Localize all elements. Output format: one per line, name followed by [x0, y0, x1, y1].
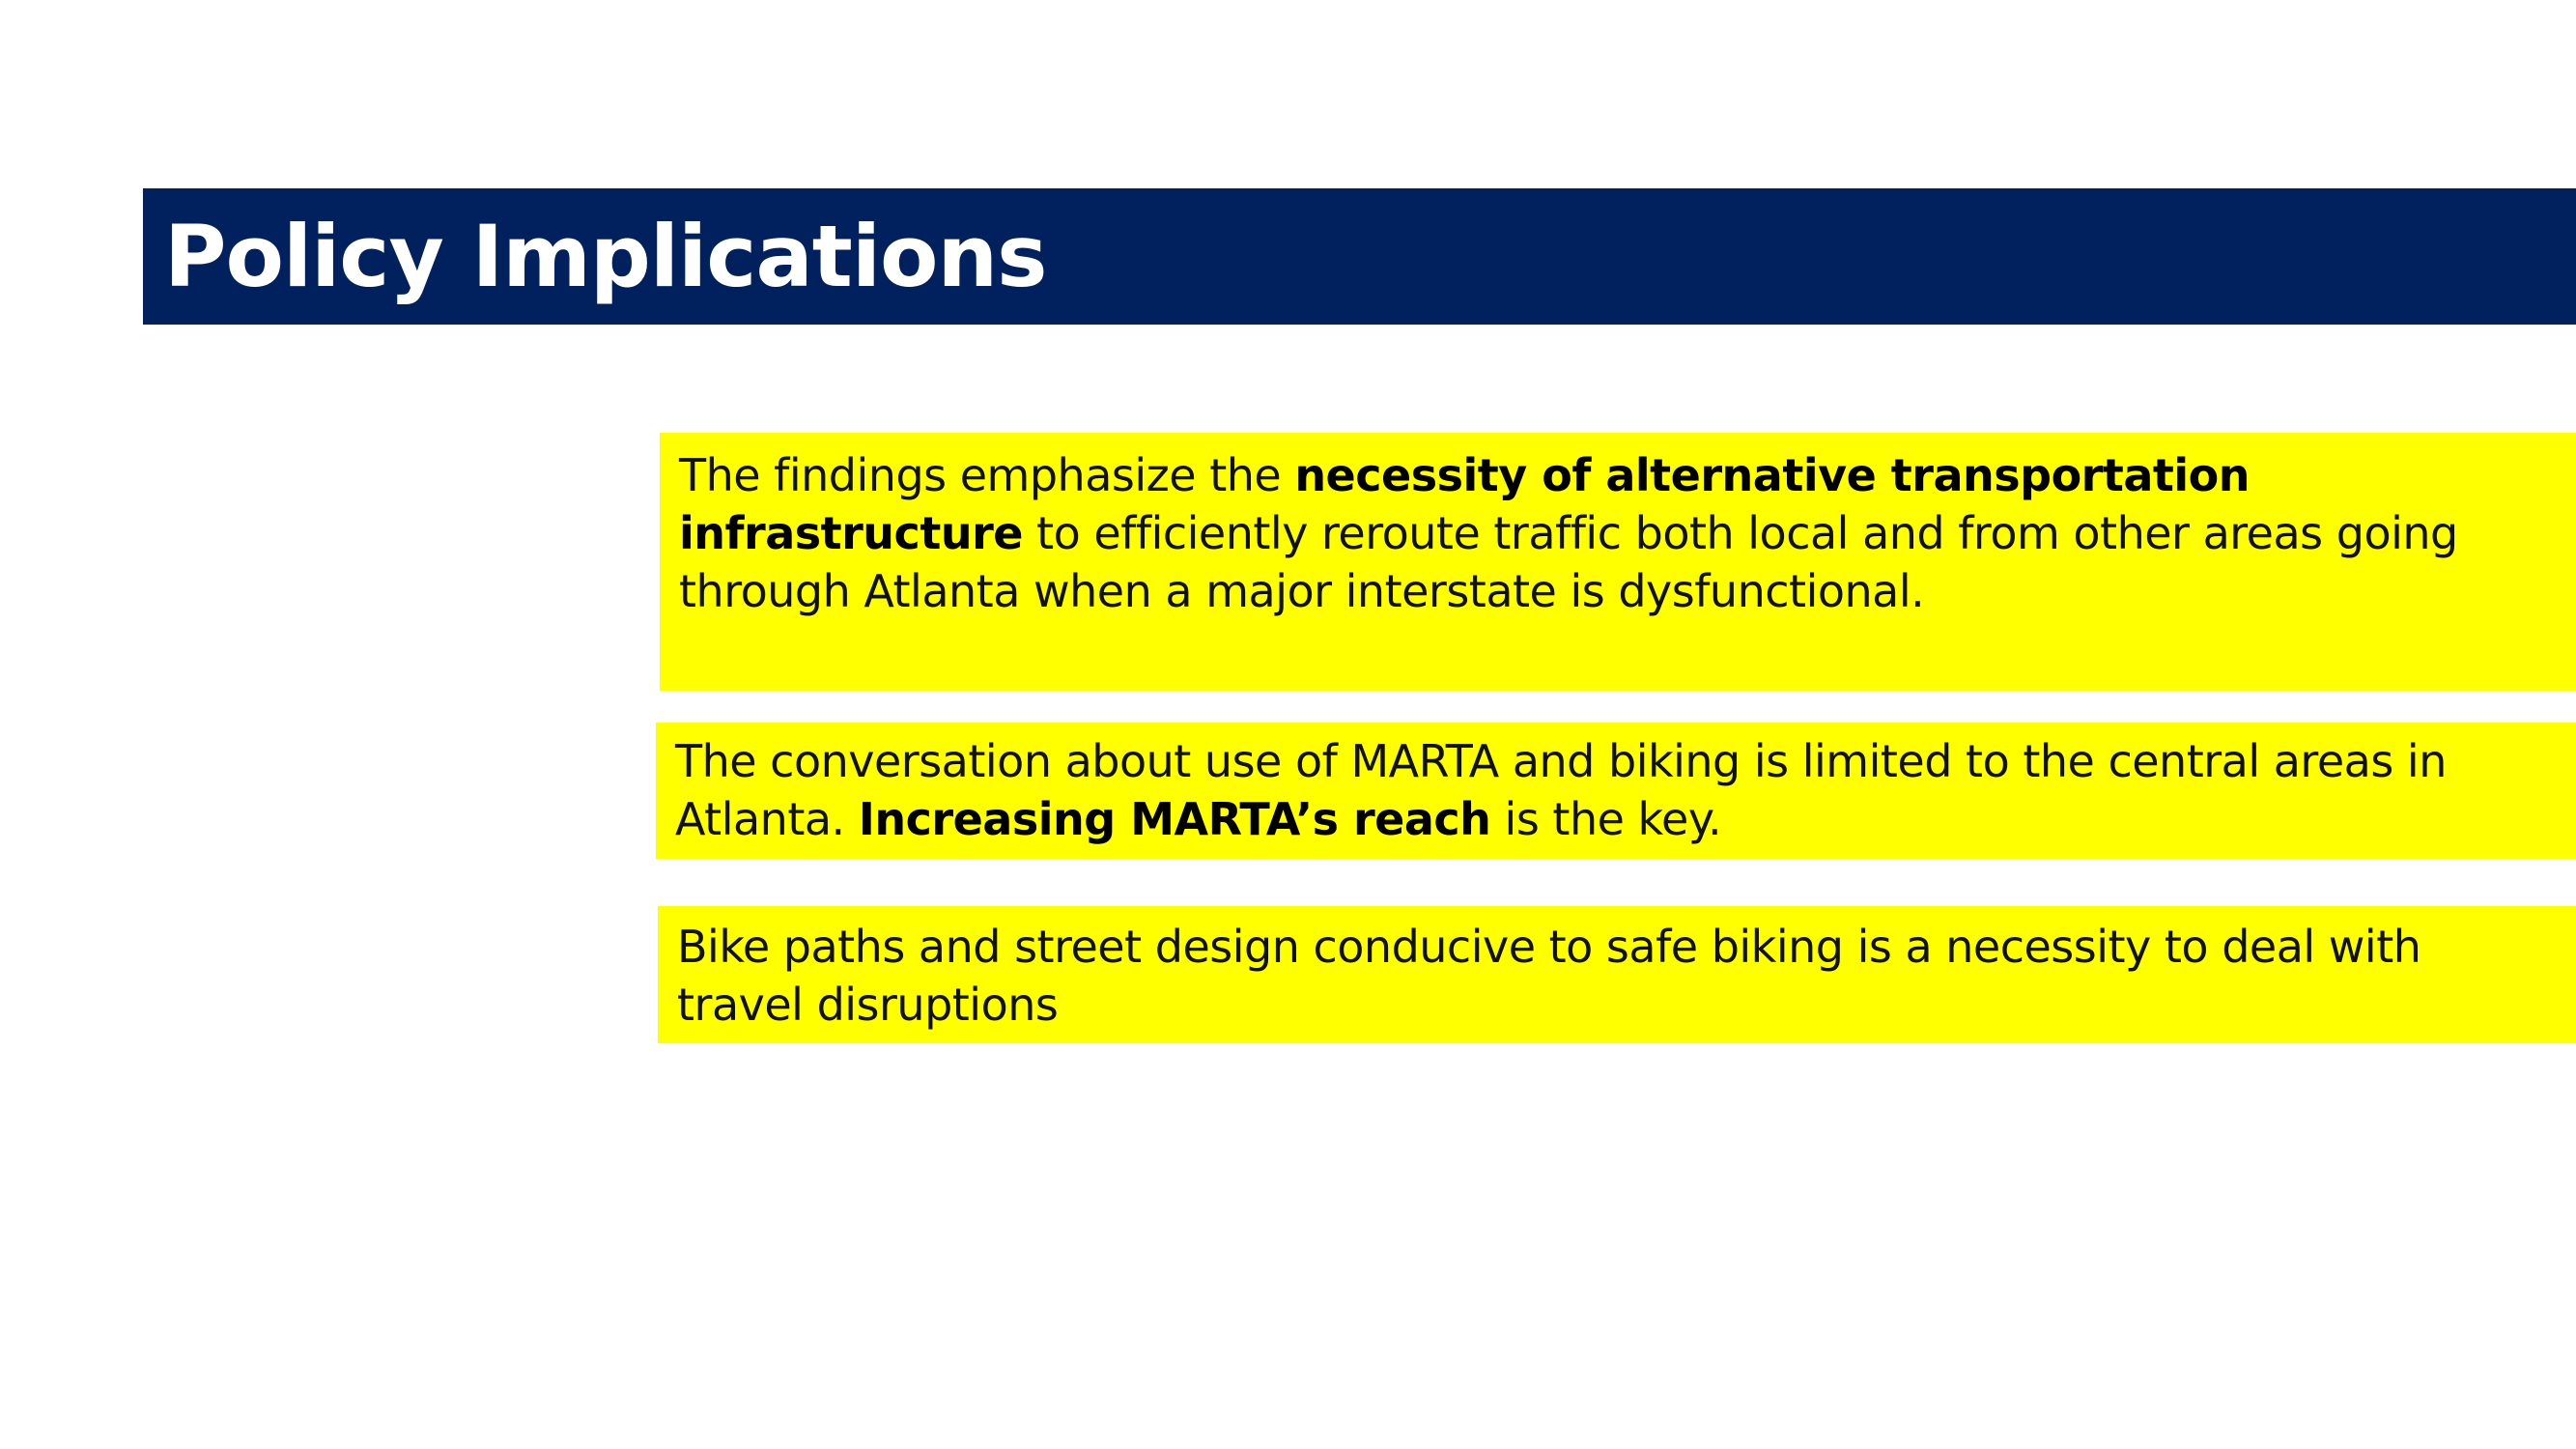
- policy-point-bike-paths: Bike paths and street design conducive t…: [658, 906, 2576, 1043]
- point-text: is the key.: [1490, 793, 1722, 845]
- slide-title: Policy Implications: [164, 207, 1047, 306]
- title-bar: Policy Implications: [143, 188, 2576, 325]
- point-text: Bike paths and street design conducive t…: [677, 921, 2421, 1031]
- point-emphasis: Increasing MARTA’s reach: [858, 793, 1491, 845]
- policy-point-infrastructure: The findings emphasize the necessity of …: [660, 433, 2576, 691]
- policy-point-marta: The conversation about use of MARTA and …: [656, 723, 2576, 859]
- point-text: The findings emphasize the: [679, 449, 1295, 501]
